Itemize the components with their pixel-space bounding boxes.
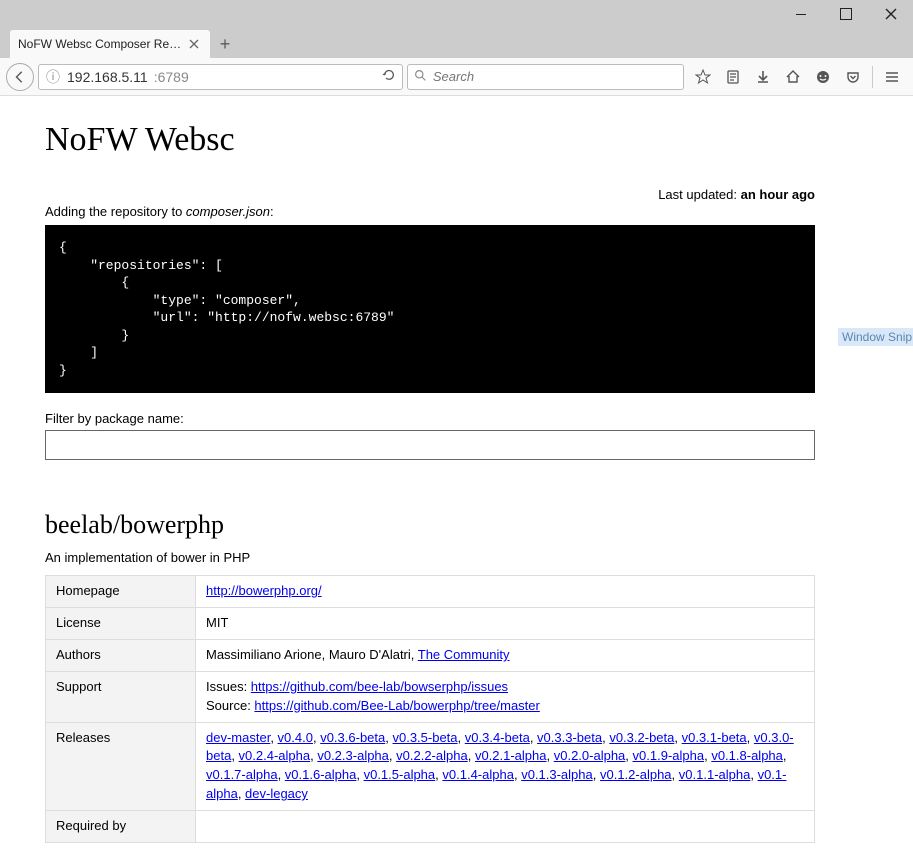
row-value: Issues: https://github.com/bee-lab/bowse… xyxy=(196,671,815,722)
last-updated: Last updated: an hour ago xyxy=(45,187,815,202)
table-row: Required by xyxy=(46,810,815,842)
link[interactable]: v0.1.2-alpha xyxy=(600,767,672,782)
row-key: Support xyxy=(46,671,196,722)
tab-strip: NoFW Websc Composer Repo... + xyxy=(0,28,913,58)
link[interactable]: v0.3.6-beta xyxy=(320,730,385,745)
link[interactable]: v0.2.2-alpha xyxy=(396,748,468,763)
filter-label: Filter by package name: xyxy=(45,411,815,426)
url-bar[interactable]: ⓘ 192.168.5.11 :6789 xyxy=(38,64,403,90)
package-name: beelab/bowerphp xyxy=(45,510,815,540)
link[interactable]: v0.1.3-alpha xyxy=(521,767,593,782)
toolbar-separator xyxy=(872,66,873,88)
add-repo-instruction: Adding the repository to composer.json: xyxy=(45,204,815,219)
row-value: dev-master, v0.4.0, v0.3.6-beta, v0.3.5-… xyxy=(196,722,815,810)
link[interactable]: v0.4.0 xyxy=(278,730,313,745)
table-row: Homepage http://bowerphp.org/ xyxy=(46,576,815,608)
window-titlebar xyxy=(0,0,913,28)
last-updated-label: Last updated: xyxy=(658,187,740,202)
row-key: Required by xyxy=(46,810,196,842)
package-table: Homepage http://bowerphp.org/LicenseMITAu… xyxy=(45,575,815,842)
link[interactable]: dev-master xyxy=(206,730,270,745)
search-input[interactable] xyxy=(433,69,677,84)
table-row: AuthorsMassimiliano Arione, Mauro D'Alat… xyxy=(46,640,815,672)
link[interactable]: v0.2.0-alpha xyxy=(554,748,626,763)
downloads-icon[interactable] xyxy=(748,63,778,91)
link[interactable]: v0.1.8-alpha xyxy=(711,748,783,763)
link[interactable]: v0.2.3-alpha xyxy=(317,748,389,763)
tab-title: NoFW Websc Composer Repo... xyxy=(18,37,186,51)
link[interactable]: v0.3.3-beta xyxy=(537,730,602,745)
link[interactable]: v0.1.5-alpha xyxy=(364,767,436,782)
search-bar[interactable] xyxy=(407,64,684,90)
page-viewport[interactable]: Window Snip NoFW Websc Last updated: an … xyxy=(0,96,913,856)
page-title: NoFW Websc xyxy=(45,121,815,159)
window-maximize-button[interactable] xyxy=(823,0,868,28)
search-icon xyxy=(414,69,427,85)
link[interactable]: v0.2.1-alpha xyxy=(475,748,547,763)
link[interactable]: v0.1.6-alpha xyxy=(285,767,357,782)
row-value: MIT xyxy=(196,608,815,640)
link[interactable]: v0.1.7-alpha xyxy=(206,767,278,782)
link[interactable]: v0.3.5-beta xyxy=(392,730,457,745)
table-row: SupportIssues: https://github.com/bee-la… xyxy=(46,671,815,722)
link[interactable]: https://github.com/bee-lab/bowserphp/iss… xyxy=(251,679,508,694)
add-repo-text: Adding the repository to xyxy=(45,204,186,219)
package-block: beelab/bowerphp An implementation of bowe… xyxy=(45,510,815,842)
link[interactable]: v0.1.4-alpha xyxy=(442,767,514,782)
package-description: An implementation of bower in PHP xyxy=(45,550,815,565)
back-button[interactable] xyxy=(6,63,34,91)
row-value: http://bowerphp.org/ xyxy=(196,576,815,608)
link[interactable]: v0.3.2-beta xyxy=(609,730,674,745)
window-snip-overlay: Window Snip xyxy=(838,328,913,346)
add-repo-filename: composer.json xyxy=(186,204,270,219)
tab-close-button[interactable] xyxy=(186,36,202,52)
link[interactable]: v0.1.9-alpha xyxy=(633,748,705,763)
filter-input[interactable] xyxy=(45,430,815,460)
link[interactable]: v0.2.4-alpha xyxy=(239,748,311,763)
browser-tab[interactable]: NoFW Websc Composer Repo... xyxy=(10,30,210,58)
new-tab-button[interactable]: + xyxy=(210,30,240,58)
home-icon[interactable] xyxy=(778,63,808,91)
row-key: Authors xyxy=(46,640,196,672)
row-key: License xyxy=(46,608,196,640)
chat-icon[interactable] xyxy=(808,63,838,91)
row-value xyxy=(196,810,815,842)
row-value: Massimiliano Arione, Mauro D'Alatri, The… xyxy=(196,640,815,672)
link[interactable]: The Community xyxy=(418,647,510,662)
reading-list-icon[interactable] xyxy=(718,63,748,91)
toolbar-icons xyxy=(688,63,907,91)
link[interactable]: https://github.com/Bee-Lab/bowerphp/tree… xyxy=(254,698,539,713)
table-row: LicenseMIT xyxy=(46,608,815,640)
link[interactable]: v0.1.1-alpha xyxy=(679,767,751,782)
bookmark-star-icon[interactable] xyxy=(688,63,718,91)
row-key: Releases xyxy=(46,722,196,810)
site-info-icon[interactable]: ⓘ xyxy=(45,67,61,87)
browser-toolbar: ⓘ 192.168.5.11 :6789 xyxy=(0,58,913,96)
link[interactable]: v0.3.4-beta xyxy=(465,730,530,745)
table-row: Releasesdev-master, v0.4.0, v0.3.6-beta,… xyxy=(46,722,815,810)
window-minimize-button[interactable] xyxy=(778,0,823,28)
menu-icon[interactable] xyxy=(877,63,907,91)
reload-button[interactable] xyxy=(382,68,396,85)
last-updated-value: an hour ago xyxy=(741,187,815,202)
link[interactable]: v0.3.1-beta xyxy=(682,730,747,745)
link[interactable]: dev-legacy xyxy=(245,786,308,801)
pocket-icon[interactable] xyxy=(838,63,868,91)
url-port: :6789 xyxy=(154,69,189,85)
url-host: 192.168.5.11 xyxy=(67,69,148,85)
window-close-button[interactable] xyxy=(868,0,913,28)
link[interactable]: http://bowerphp.org/ xyxy=(206,583,322,598)
row-key: Homepage xyxy=(46,576,196,608)
code-block: { "repositories": [ { "type": "composer"… xyxy=(45,225,815,393)
